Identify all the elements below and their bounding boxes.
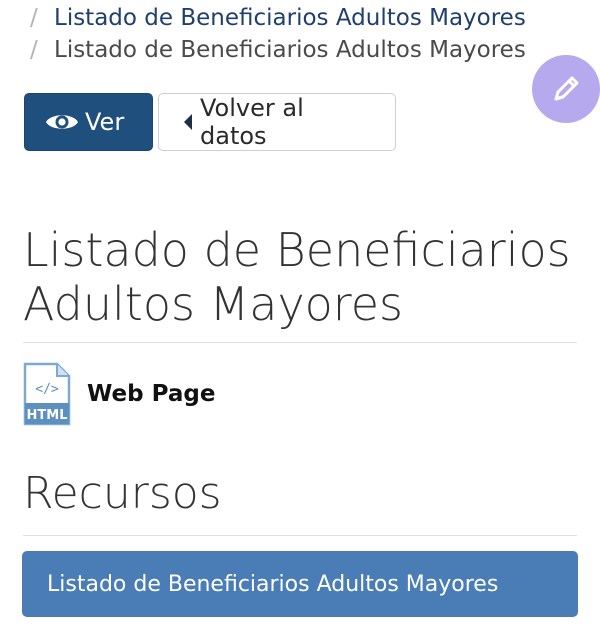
page-title: Listado de Beneficiarios Adultos Mayores [23, 223, 571, 331]
resource-format: </> HTML Web Page [23, 362, 215, 426]
action-buttons: Ver Volver al datos [24, 93, 396, 151]
eye-icon [46, 115, 78, 129]
breadcrumb-separator: / [30, 5, 38, 31]
edit-fab-button[interactable] [532, 55, 600, 123]
breadcrumb: / Listado de Beneficiarios Adultos Mayor… [30, 2, 550, 66]
resources-divider [23, 535, 577, 536]
breadcrumb-separator: / [30, 37, 38, 63]
view-button[interactable]: Ver [24, 93, 153, 151]
pencil-icon [554, 76, 579, 101]
caret-left-icon [184, 114, 192, 130]
format-label: Web Page [87, 381, 216, 407]
breadcrumb-item: / Listado de Beneficiarios Adultos Mayor… [30, 34, 550, 66]
view-button-label: Ver [85, 108, 125, 136]
resource-item-label: Listado de Beneficiarios Adultos Mayores [47, 571, 499, 597]
html-icon-text: HTML [27, 408, 68, 423]
back-button[interactable]: Volver al datos [158, 93, 396, 151]
svg-text:</>: </> [35, 382, 59, 397]
breadcrumb-link[interactable]: Listado de Beneficiarios Adultos Mayores [54, 5, 526, 31]
page: / Listado de Beneficiarios Adultos Mayor… [0, 0, 600, 633]
html-file-icon: </> HTML [23, 362, 71, 426]
resources-heading: Recursos [23, 468, 222, 519]
breadcrumb-current: Listado de Beneficiarios Adultos Mayores [54, 37, 526, 63]
back-button-label: Volver al datos [200, 94, 304, 150]
resource-item[interactable]: Listado de Beneficiarios Adultos Mayores [22, 551, 578, 617]
breadcrumb-item: / Listado de Beneficiarios Adultos Mayor… [30, 2, 550, 34]
title-divider [23, 342, 577, 343]
